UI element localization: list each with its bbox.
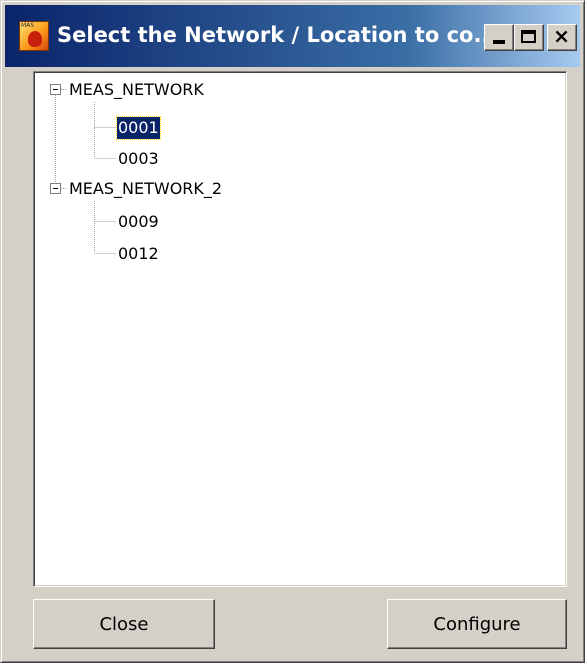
app-icon: MAS (19, 21, 49, 51)
tree-node-location-0009[interactable]: 0009 (117, 211, 160, 233)
window-title: Select the Network / Location to co... (57, 23, 498, 47)
tree-node-network-1[interactable]: MEAS_NETWORK (68, 79, 205, 101)
maximize-button[interactable] (514, 24, 544, 51)
tree-node-location-0001[interactable]: 0001 (116, 116, 161, 140)
close-icon (555, 30, 568, 43)
close-button[interactable]: Close (33, 599, 215, 649)
minimize-button[interactable] (484, 24, 514, 51)
collapse-toggle-network-1[interactable] (50, 84, 61, 95)
close-window-button[interactable] (547, 24, 577, 51)
dialog-window: MAS Select the Network / Location to co.… (0, 0, 585, 663)
configure-button[interactable]: Configure (387, 599, 567, 649)
tree-node-location-0012[interactable]: 0012 (117, 243, 160, 265)
minimize-icon (493, 40, 505, 44)
tree-node-network-2[interactable]: MEAS_NETWORK_2 (68, 178, 223, 200)
network-tree[interactable]: MEAS_NETWORK 0001 0003 MEAS_NETWORK_2 00… (33, 71, 567, 587)
maximize-icon (521, 30, 536, 43)
collapse-toggle-network-2[interactable] (50, 183, 61, 194)
tree-connector-lines (55, 89, 116, 254)
title-bar[interactable]: MAS Select the Network / Location to co.… (5, 5, 580, 67)
tree-node-location-0003[interactable]: 0003 (117, 148, 160, 170)
